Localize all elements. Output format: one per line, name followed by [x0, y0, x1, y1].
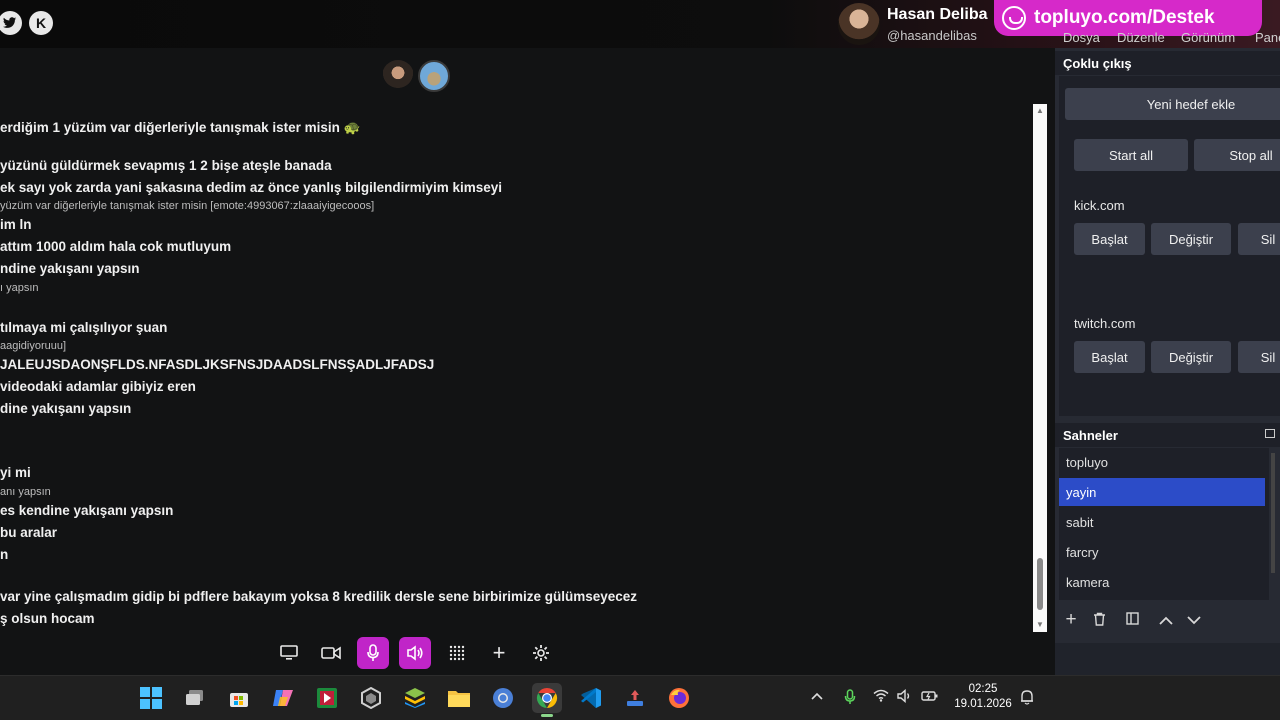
chat-message: bu aralar — [0, 525, 58, 540]
edit-target-button[interactable]: Değiştir — [1151, 341, 1231, 373]
target-name: twitch.com — [1074, 316, 1136, 331]
bluestacks-icon[interactable] — [400, 683, 430, 713]
upload-app-icon[interactable] — [620, 683, 650, 713]
add-icon[interactable]: + — [483, 637, 515, 669]
scene-filter-icon[interactable] — [1122, 612, 1142, 629]
add-scene-icon[interactable]: + — [1061, 609, 1081, 631]
scroll-down-icon[interactable]: ▼ — [1036, 621, 1044, 629]
chat-message: aagidiyoruuu] — [0, 340, 67, 352]
chevron-up-icon[interactable] — [811, 689, 823, 703]
menu-edit[interactable]: Düzenle — [1117, 30, 1165, 45]
volume-icon[interactable] — [897, 688, 913, 706]
store-icon[interactable] — [224, 683, 254, 713]
monitor-icon[interactable] — [273, 637, 305, 669]
start-all-button[interactable]: Start all — [1074, 139, 1188, 171]
chrome-active-icon[interactable] — [532, 683, 562, 717]
chrome-icon[interactable] — [488, 683, 518, 713]
camera-icon[interactable] — [315, 637, 347, 669]
call-controls: + — [0, 633, 1055, 675]
scene-item-selected[interactable]: yayin — [1059, 478, 1265, 506]
scene-item[interactable]: topluyo — [1059, 448, 1265, 476]
menu-view[interactable]: Görünüm — [1181, 30, 1235, 45]
gear-icon[interactable] — [525, 637, 557, 669]
battery-icon[interactable] — [921, 689, 939, 706]
chat-message: ek sayı yok zarda yani şakasına dedim az… — [0, 180, 502, 195]
stop-all-button[interactable]: Stop all — [1194, 139, 1280, 171]
chat-message: var yine çalışmadım gidip bi pdflere bak… — [0, 589, 638, 604]
smile-icon — [1002, 6, 1026, 30]
chat-message: ş olsun hocam — [0, 611, 95, 626]
chat-message: tılmaya mi çalışılıyor şuan — [0, 320, 168, 335]
media-app-icon[interactable] — [312, 683, 342, 713]
scroll-thumb[interactable] — [1037, 558, 1043, 610]
scenes-scrollbar[interactable] — [1271, 453, 1275, 573]
kick-icon[interactable]: K — [29, 11, 53, 35]
scroll-up-icon[interactable]: ▲ — [1036, 107, 1044, 115]
target-name: kick.com — [1074, 198, 1125, 213]
vscode-icon[interactable] — [576, 683, 606, 713]
chat-message: yüzüm var diğerleriyle tanışmak ister mi… — [0, 200, 375, 212]
clock-time: 02:25 — [968, 683, 998, 695]
windows-start-icon[interactable] — [136, 683, 166, 713]
notifications-icon[interactable] — [1020, 689, 1034, 708]
menu-file[interactable]: Dosya — [1063, 30, 1100, 45]
system-clock[interactable]: 02:25 19.01.2026 — [948, 682, 1018, 712]
multi-output-body: Yeni hedef ekle Start all Stop all kick.… — [1059, 76, 1280, 416]
obs-status-bar — [1055, 643, 1280, 675]
move-down-icon[interactable] — [1184, 612, 1204, 629]
streamer-avatar — [838, 3, 880, 45]
scene-item[interactable]: kamera — [1059, 568, 1265, 596]
chat-message: n — [0, 547, 9, 562]
delete-target-button[interactable]: Sil — [1238, 341, 1280, 373]
chat-message: im ln — [0, 217, 32, 232]
start-target-button[interactable]: Başlat — [1074, 223, 1145, 255]
chat-message: yi mi — [0, 465, 31, 480]
menu-panels[interactable]: Pane — [1255, 30, 1280, 45]
scenes-toolbar: + — [1059, 608, 1269, 636]
chat-message: es kendine yakışanı yapsın — [0, 503, 174, 518]
chat-message: ı yapsın — [0, 282, 39, 294]
chat-message: yüzünü güldürmek sevapmış 1 2 bişe ateşl… — [0, 158, 332, 173]
firefox-icon[interactable] — [664, 683, 694, 713]
windows-taskbar: 02:25 19.01.2026 — [0, 675, 1280, 720]
trash-icon[interactable] — [1089, 612, 1109, 630]
microphone-tray-icon[interactable] — [844, 689, 856, 708]
scenes-title: Sahneler — [1063, 428, 1118, 443]
grid-icon[interactable] — [441, 637, 473, 669]
chat-message: JALEUJSDAONŞFLDS.NFASDLJKSFNSJDAADSLFNSŞ… — [0, 357, 435, 372]
chat-message: anı yapsın — [0, 486, 51, 498]
streamer-name: Hasan Deliba — [887, 6, 988, 23]
speaker-icon[interactable] — [399, 637, 431, 669]
task-view-icon[interactable] — [180, 683, 210, 713]
undock-icon[interactable] — [1265, 429, 1275, 438]
chat-message: videodaki adamlar gibiyiz eren — [0, 379, 196, 394]
twitter-icon[interactable] — [0, 11, 22, 35]
delete-target-button[interactable]: Sil — [1238, 223, 1280, 255]
move-up-icon[interactable] — [1156, 612, 1176, 629]
obs-panel: Dosya Düzenle Görünüm Pane Çoklu çıkış Y… — [1055, 30, 1280, 675]
multi-output-title: Çoklu çıkış — [1063, 56, 1132, 71]
streamer-handle: @hasandelibas — [887, 28, 977, 43]
unity-icon[interactable] — [356, 683, 386, 713]
participant-avatar[interactable] — [418, 60, 450, 92]
chat-panel: erdiğim 1 yüzüm var diğerleriyle tanışma… — [0, 48, 1055, 633]
chat-message: dine yakışanı yapsın — [0, 401, 132, 416]
chat-message: ndine yakışanı yapsın — [0, 261, 140, 276]
add-target-button[interactable]: Yeni hedef ekle — [1065, 88, 1280, 120]
chat-message: attım 1000 aldım hala cok mutluyum — [0, 239, 232, 254]
edit-target-button[interactable]: Değiştir — [1151, 223, 1231, 255]
obs-menubar: Dosya Düzenle Görünüm Pane — [1055, 26, 1280, 46]
participant-avatar[interactable] — [382, 60, 414, 92]
chat-scrollbar[interactable]: ▲ ▼ — [1033, 104, 1047, 632]
scene-item[interactable]: sabit — [1059, 508, 1265, 536]
copilot-icon[interactable] — [268, 683, 298, 713]
wifi-icon[interactable] — [873, 689, 889, 705]
microphone-icon[interactable] — [357, 637, 389, 669]
scene-item[interactable]: farcry — [1059, 538, 1265, 566]
start-target-button[interactable]: Başlat — [1074, 341, 1145, 373]
chat-message: erdiğim 1 yüzüm var diğerleriyle tanışma… — [0, 120, 361, 135]
file-explorer-icon[interactable] — [444, 683, 474, 713]
scenes-list: topluyo yayin sabit farcry kamera — [1059, 448, 1269, 600]
clock-date: 19.01.2026 — [954, 698, 1012, 710]
